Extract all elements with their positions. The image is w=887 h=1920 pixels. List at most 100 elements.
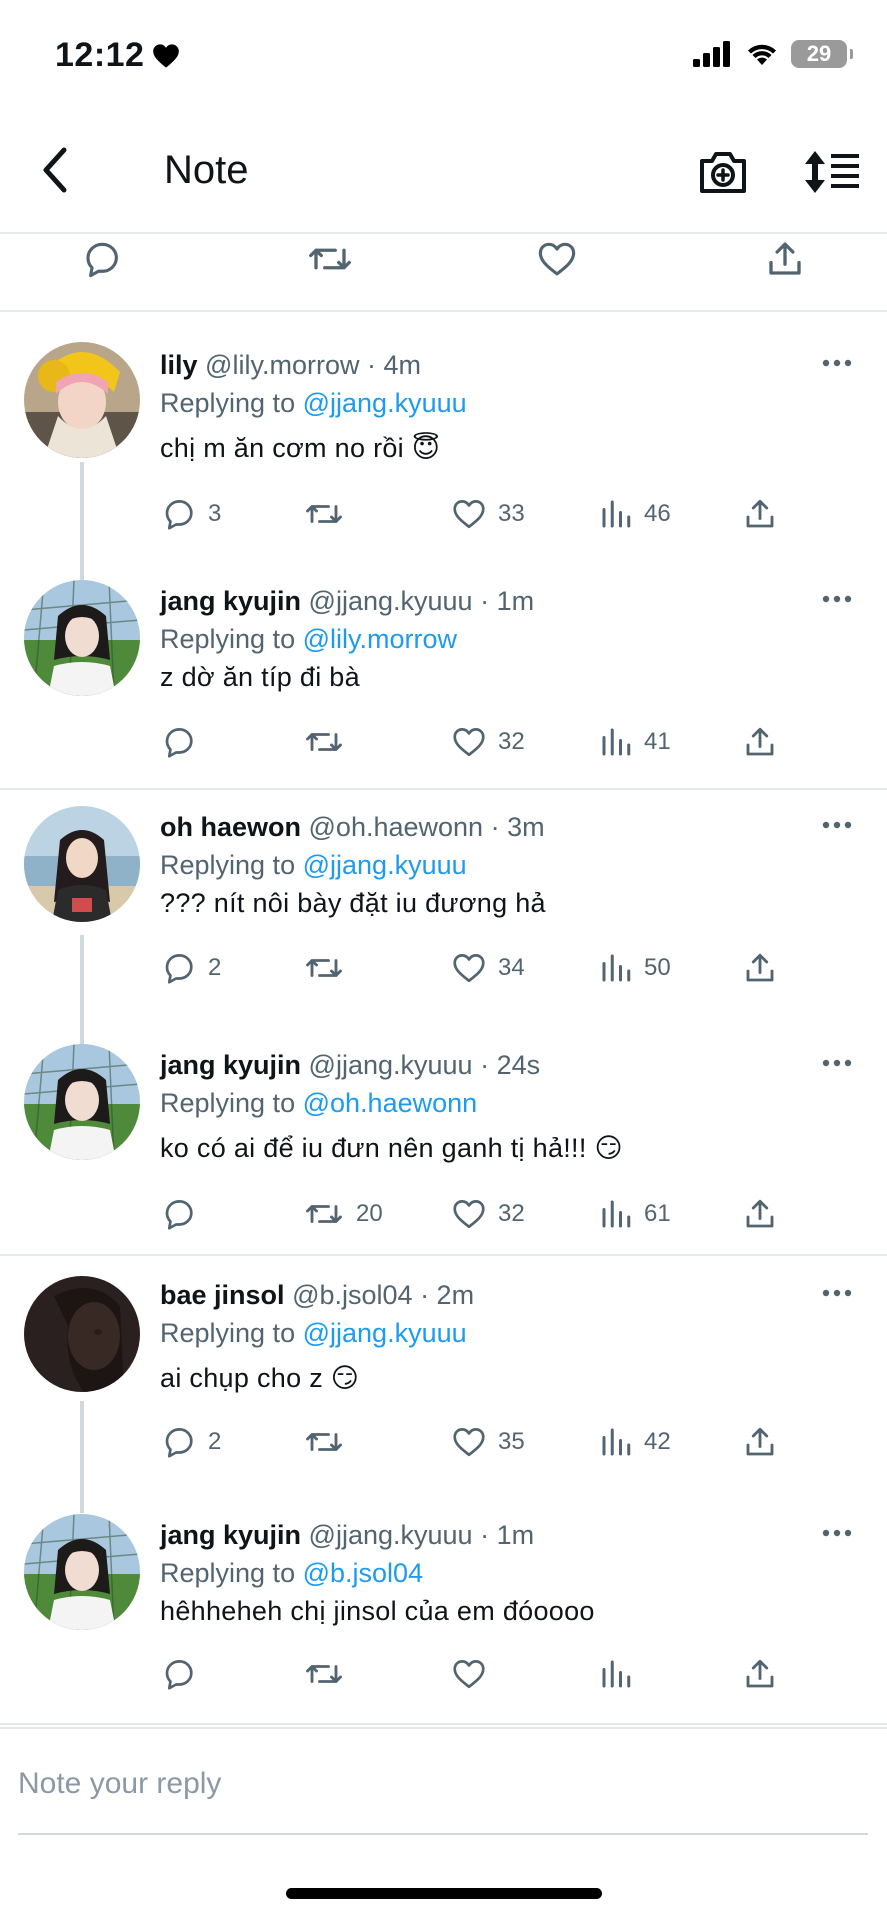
like-button[interactable]: 34 — [450, 948, 525, 988]
reply-button[interactable] — [160, 1194, 208, 1234]
share-button[interactable] — [742, 722, 778, 762]
user-handle[interactable]: @jjang.kyuuu — [309, 1520, 473, 1550]
display-name[interactable]: bae jinsol — [160, 1280, 285, 1310]
like-button[interactable]: 33 — [450, 494, 525, 534]
replying-to-mention[interactable]: @jjang.kyuuu — [303, 388, 467, 418]
speech-bubble-icon — [165, 1428, 193, 1458]
speech-bubble-icon — [165, 728, 193, 758]
main-share-button[interactable] — [755, 234, 815, 284]
replying-to-mention[interactable]: @b.jsol04 — [303, 1558, 423, 1588]
battery-indicator: 29 — [791, 40, 853, 68]
views-button[interactable]: 41 — [598, 722, 671, 762]
user-handle[interactable]: @b.jsol04 — [292, 1280, 412, 1310]
views-button[interactable]: 50 — [598, 948, 671, 988]
like-button[interactable]: 32 — [450, 1194, 525, 1234]
more-options-button[interactable] — [817, 1278, 857, 1308]
view-count: 41 — [644, 728, 671, 755]
battery-level: 29 — [806, 41, 832, 66]
more-options-button[interactable] — [817, 348, 857, 378]
more-options-button[interactable] — [817, 1048, 857, 1078]
reply-button[interactable]: 3 — [160, 494, 221, 534]
share-icon — [746, 1659, 774, 1688]
sort-button[interactable] — [800, 144, 864, 200]
share-button[interactable] — [742, 948, 778, 988]
more-options-button[interactable] — [817, 810, 857, 840]
like-button[interactable] — [450, 1654, 498, 1694]
reply-meta: lily @lily.morrow · 4m — [160, 350, 421, 381]
heart-filled-icon — [153, 43, 180, 68]
reply-button[interactable] — [160, 1654, 208, 1694]
replying-to-mention[interactable]: @jjang.kyuuu — [303, 850, 467, 880]
share-button[interactable] — [742, 1654, 778, 1694]
more-options-button[interactable] — [817, 1518, 857, 1548]
post-time: · 24s — [480, 1050, 541, 1080]
avatar[interactable] — [24, 1276, 140, 1392]
reply-text: ??? nít nôi bày đặt iu đương hả — [160, 888, 546, 918]
main-reply-button[interactable] — [72, 234, 132, 284]
main-retweet-button[interactable] — [300, 234, 360, 284]
retweet-button[interactable] — [302, 722, 356, 762]
reply-item[interactable]: jang kyujin @jjang.kyuuu · 1m Replying t… — [0, 552, 887, 790]
share-button[interactable] — [742, 494, 778, 534]
replying-to-mention[interactable]: @jjang.kyuuu — [303, 1318, 467, 1348]
like-button[interactable]: 35 — [450, 1422, 525, 1462]
user-handle[interactable]: @jjang.kyuuu — [309, 1050, 473, 1080]
views-button[interactable]: 42 — [598, 1422, 671, 1462]
speech-bubble-icon — [165, 1200, 193, 1230]
display-name[interactable]: jang kyujin — [160, 586, 301, 616]
retweet-button[interactable] — [302, 1422, 356, 1462]
reply-item[interactable]: lily @lily.morrow · 4m Replying to @jjan… — [0, 312, 887, 552]
chevron-left-icon — [43, 147, 67, 193]
reply-button[interactable] — [160, 722, 208, 762]
avatar[interactable] — [24, 1044, 140, 1160]
reply-actions — [160, 1654, 780, 1694]
main-like-button[interactable] — [527, 234, 587, 284]
like-button[interactable]: 32 — [450, 722, 525, 762]
reply-actions: 2 35 42 — [160, 1422, 780, 1462]
retweet-button[interactable]: 20 — [302, 1194, 383, 1234]
camera-button[interactable] — [695, 144, 751, 200]
sort-list-icon — [805, 151, 859, 193]
replying-to-mention[interactable]: @lily.morrow — [303, 624, 457, 654]
reply-list: lily @lily.morrow · 4m Replying to @jjan… — [0, 312, 887, 1725]
retweet-button[interactable] — [302, 948, 356, 988]
avatar[interactable] — [24, 806, 140, 922]
reply-item[interactable]: jang kyujin @jjang.kyuuu · 1m Replying t… — [0, 1492, 887, 1725]
share-button[interactable] — [742, 1422, 778, 1462]
views-button[interactable]: 61 — [598, 1194, 671, 1234]
display-name[interactable]: lily — [160, 350, 198, 380]
share-icon — [769, 242, 801, 275]
more-options-button[interactable] — [817, 584, 857, 614]
share-button[interactable] — [742, 1194, 778, 1234]
reply-item[interactable]: bae jinsol @b.jsol04 · 2m Replying to @j… — [0, 1256, 887, 1492]
user-handle[interactable]: @lily.morrow — [205, 350, 359, 380]
user-handle[interactable]: @oh.haewonn — [309, 812, 484, 842]
user-handle[interactable]: @jjang.kyuuu — [309, 586, 473, 616]
reply-button[interactable]: 2 — [160, 1422, 221, 1462]
replying-to-mention[interactable]: @oh.haewonn — [303, 1088, 478, 1118]
retweet-icon — [306, 505, 342, 523]
avatar[interactable] — [24, 342, 140, 458]
display-name[interactable]: jang kyujin — [160, 1050, 301, 1080]
reply-item[interactable]: jang kyujin @jjang.kyuuu · 24s Replying … — [0, 1022, 887, 1256]
reply-button[interactable]: 2 — [160, 948, 221, 988]
retweet-button[interactable] — [302, 494, 356, 534]
replying-to-label: Replying to — [160, 624, 296, 654]
retweet-button[interactable] — [302, 1654, 356, 1694]
reply-item[interactable]: oh haewon @oh.haewonn · 3m Replying to @… — [0, 790, 887, 1022]
back-button[interactable] — [30, 140, 80, 200]
avatar-image — [24, 580, 140, 696]
reply-input[interactable] — [18, 1759, 868, 1809]
avatar[interactable] — [24, 580, 140, 696]
display-name[interactable]: oh haewon — [160, 812, 301, 842]
more-dots-icon — [822, 1289, 852, 1297]
retweet-icon — [306, 959, 342, 977]
avatar[interactable] — [24, 1514, 140, 1630]
reply-thread: bae jinsol @b.jsol04 · 2m Replying to @j… — [0, 1256, 887, 1725]
like-count: 34 — [498, 954, 525, 981]
replying-to-label: Replying to — [160, 850, 296, 880]
views-button[interactable] — [598, 1654, 644, 1694]
display-name[interactable]: jang kyujin — [160, 1520, 301, 1550]
home-indicator[interactable] — [286, 1888, 602, 1899]
views-button[interactable]: 46 — [598, 494, 671, 534]
